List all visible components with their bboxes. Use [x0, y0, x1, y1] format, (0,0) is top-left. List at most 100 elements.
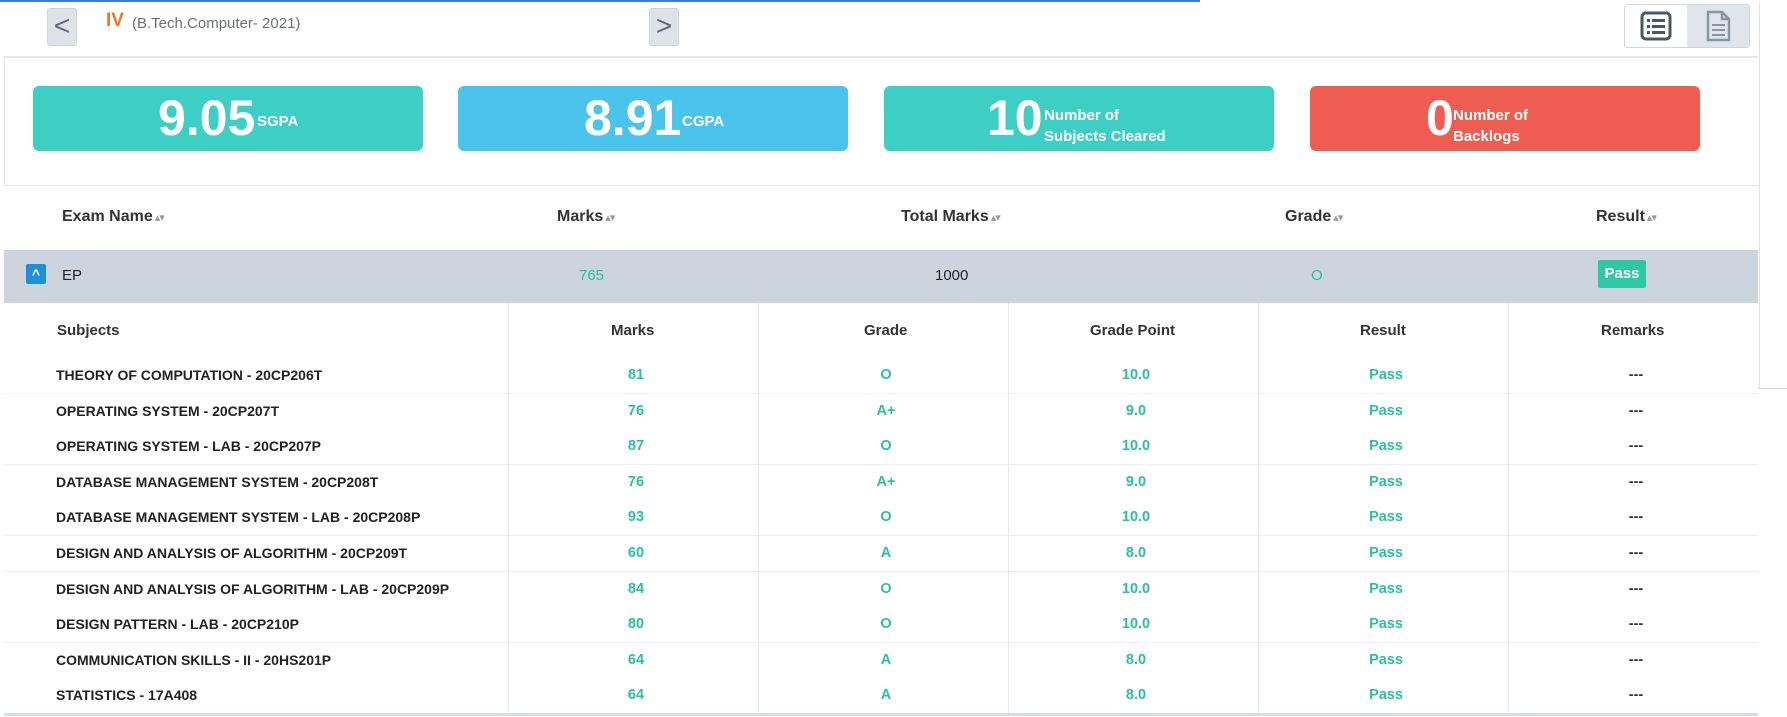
sgpa-label: SGPA: [257, 113, 299, 130]
subject-grade: O: [880, 580, 892, 597]
subject-result: Pass: [1369, 367, 1403, 383]
subject-grade: O: [880, 509, 892, 526]
column-divider: [508, 303, 509, 714]
subject-grade: A: [880, 687, 892, 704]
next-semester-button[interactable]: >: [649, 8, 679, 46]
subject-name: THEORY OF COMPUTATION - 20CP206T: [56, 367, 323, 383]
subject-name: OPERATING SYSTEM - 20CP207T: [56, 402, 280, 419]
chevron-left-icon: <: [53, 10, 71, 41]
subjects-cleared-label-2: Subjects Cleared: [1044, 128, 1166, 145]
subject-grade: O: [880, 616, 892, 633]
sgpa-value: 9.05: [158, 90, 256, 146]
table-row: DESIGN AND ANALYSIS OF ALGORITHM - LAB -…: [4, 571, 1758, 608]
subjects-cleared-label-1: Number of: [1044, 107, 1119, 124]
subject-name: DATABASE MANAGEMENT SYSTEM - 20CP208T: [56, 473, 379, 490]
collapse-toggle-icon[interactable]: ^: [26, 264, 46, 284]
header-grade[interactable]: Grade ▴▾: [1285, 208, 1343, 226]
subject-grade-point: 8.0: [1125, 651, 1147, 668]
subject-marks: 76: [627, 402, 645, 419]
subject-marks: 76: [627, 473, 645, 490]
subject-name: COMMUNICATION SKILLS - II - 20HS201P: [56, 651, 332, 668]
table-row: DATABASE MANAGEMENT SYSTEM - LAB - 20CP2…: [4, 500, 1758, 537]
header-marks[interactable]: Marks ▴▾: [557, 208, 615, 226]
document-view-button[interactable]: [1687, 5, 1749, 47]
subject-marks: 64: [627, 687, 645, 704]
program-label: (B.Tech.Computer- 2021): [132, 15, 301, 32]
subject-marks: 81: [627, 367, 645, 383]
subject-grade: A: [880, 651, 892, 668]
header-exam-name[interactable]: Exam Name ▴▾: [62, 208, 165, 226]
col-result: Result: [1360, 322, 1406, 339]
subject-name: OPERATING SYSTEM - LAB - 20CP207P: [56, 438, 322, 455]
subject-result: Pass: [1369, 438, 1403, 455]
backlogs-value: 0: [1426, 90, 1454, 146]
subject-result: Pass: [1369, 616, 1403, 633]
column-divider: [1508, 303, 1509, 714]
exam-total-marks: 1000: [935, 267, 969, 284]
semester-number: IV: [106, 10, 124, 31]
status-badge: Pass: [1598, 260, 1646, 288]
page-edge: [1758, 388, 1787, 589]
subject-marks: 60: [627, 545, 645, 561]
column-divider: [758, 303, 759, 714]
subject-name: STATISTICS - 17A408: [56, 687, 198, 704]
subject-remarks: ---: [1628, 616, 1644, 633]
exam-row-ep[interactable]: ^ EP 765 1000 O Pass: [4, 250, 1758, 303]
sgpa-card: 9.05 SGPA: [33, 86, 423, 151]
subject-grade: O: [880, 438, 892, 455]
table-bottom-border: [4, 713, 1758, 716]
subject-name: DESIGN AND ANALYSIS OF ALGORITHM - 20CP2…: [56, 545, 408, 561]
subject-grade: A+: [876, 473, 896, 490]
backlogs-card: 0 Number of Backlogs: [1310, 86, 1700, 151]
subject-grade: A: [880, 545, 892, 561]
subject-remarks: ---: [1628, 367, 1644, 383]
subject-remarks: ---: [1628, 687, 1644, 704]
semester-nav-bar: < IV (B.Tech.Computer- 2021) >: [4, 2, 1758, 58]
subjects-cleared-card: 10 Number of Subjects Cleared: [884, 86, 1274, 151]
sort-icon: ▴▾: [1333, 212, 1343, 224]
column-divider: [1258, 303, 1259, 714]
list-view-button[interactable]: [1625, 5, 1688, 47]
exam-marks: 765: [579, 267, 605, 284]
subject-result: Pass: [1369, 651, 1403, 668]
subject-remarks: ---: [1628, 651, 1644, 668]
subject-result: Pass: [1369, 580, 1403, 597]
subject-grade-point: 10.0: [1121, 438, 1151, 455]
table-row: DESIGN AND ANALYSIS OF ALGORITHM - 20CP2…: [4, 536, 1758, 572]
table-row: DESIGN PATTERN - LAB - 20CP210P 80 O 10.0 Pa…: [4, 607, 1758, 644]
subject-grade-point: 8.0: [1125, 687, 1147, 704]
subject-grade-point: 9.0: [1125, 473, 1147, 490]
sort-icon: ▴▾: [605, 212, 615, 224]
column-divider: [1008, 303, 1009, 714]
subject-marks: 93: [627, 509, 645, 526]
subject-name: DESIGN PATTERN - LAB - 20CP210P: [56, 616, 299, 633]
document-view-icon: [1706, 10, 1731, 42]
exam-table-header: Exam Name ▴▾ Marks ▴▾ Total Marks ▴▾ Grade ▴…: [4, 185, 1758, 251]
subject-result: Pass: [1369, 402, 1403, 419]
subject-result: Pass: [1369, 545, 1403, 561]
header-result[interactable]: Result ▴▾: [1596, 208, 1657, 226]
table-row: STATISTICS - 17A408 64 A 8.0 Pass ---: [4, 678, 1758, 715]
exam-grade: O: [1311, 267, 1323, 284]
subject-name: DESIGN AND ANALYSIS OF ALGORITHM - LAB -…: [56, 580, 450, 597]
subject-result: Pass: [1369, 509, 1403, 526]
subjects-cleared-value: 10: [987, 90, 1043, 146]
header-total-marks[interactable]: Total Marks ▴▾: [901, 208, 1001, 226]
chevron-right-icon: >: [655, 10, 673, 41]
subject-name: DATABASE MANAGEMENT SYSTEM - LAB - 20CP2…: [56, 509, 421, 526]
subject-grade: O: [880, 367, 892, 383]
subject-remarks: ---: [1628, 545, 1644, 561]
prev-semester-button[interactable]: <: [47, 8, 77, 46]
subject-grade-point: 10.0: [1121, 509, 1151, 526]
cgpa-label: CGPA: [682, 113, 725, 130]
col-subjects: Subjects: [57, 322, 120, 339]
list-view-icon: [1640, 11, 1672, 41]
subject-marks: 84: [627, 580, 645, 597]
subject-marks: 80: [627, 616, 645, 633]
cgpa-value: 8.91: [584, 90, 682, 146]
subject-marks: 87: [627, 438, 645, 455]
table-row: DATABASE MANAGEMENT SYSTEM - 20CP208T 76 A…: [4, 464, 1758, 501]
subject-marks: 64: [627, 651, 645, 668]
table-row: OPERATING SYSTEM - LAB - 20CP207P 87 O 10.0…: [4, 429, 1758, 466]
cgpa-card: 8.91 CGPA: [458, 86, 848, 151]
